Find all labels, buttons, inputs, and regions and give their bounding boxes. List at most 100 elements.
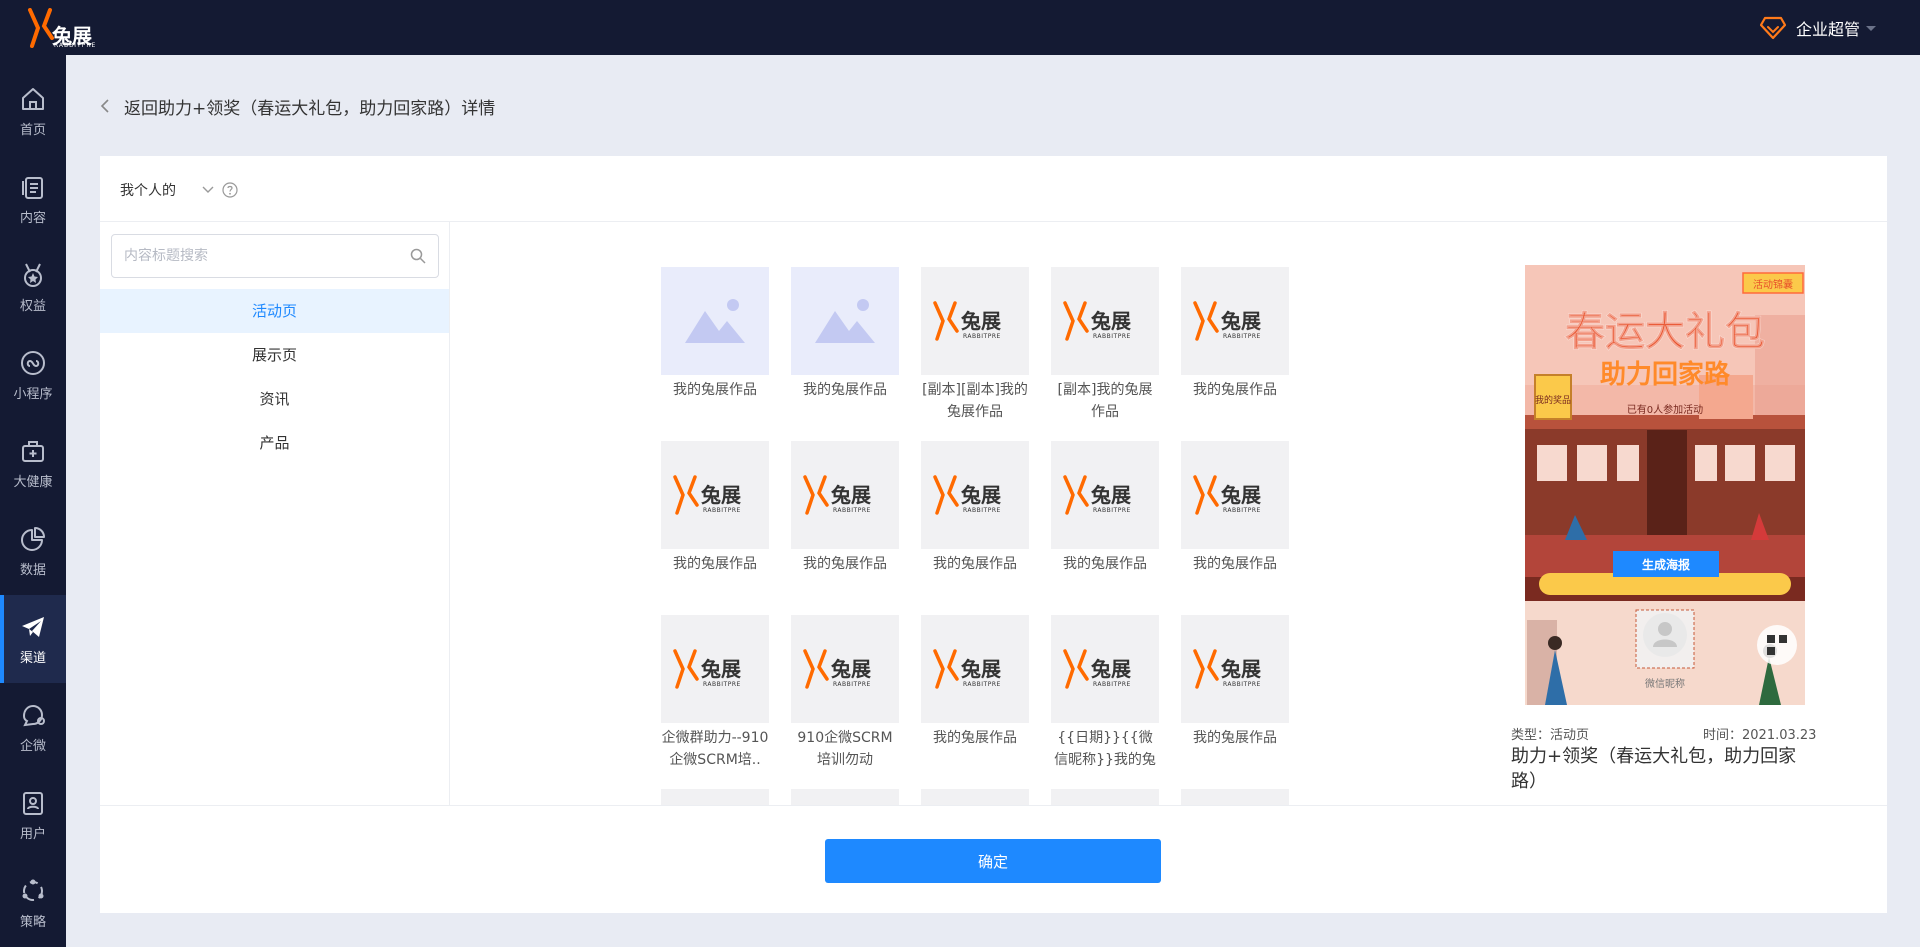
image-placeholder-icon <box>685 299 745 343</box>
work-title: 我的兔展作品 <box>933 730 1017 746</box>
work-thumbnail[interactable]: 兔展RABBITPRE <box>1181 441 1289 549</box>
user-card-icon <box>23 792 43 815</box>
work-card[interactable]: 兔展 RABBITPRE 我的兔展作品 <box>661 441 769 575</box>
svg-text:兔展: 兔展 <box>960 483 1001 507</box>
work-thumbnail[interactable]: 兔展RABBITPRE <box>661 789 769 805</box>
svg-text:RABBITPRE: RABBITPRE <box>963 681 1001 688</box>
document-icon <box>22 177 43 199</box>
rabbitpre-logo-icon: 兔展RABBITPRE <box>933 649 1001 689</box>
rabbitpre-logo-icon: 兔展RABBITPRE <box>803 649 871 689</box>
search-input[interactable] <box>112 235 392 277</box>
work-thumbnail[interactable]: 兔展RABBITPRE <box>1181 789 1289 805</box>
sidebar: 首页 内容 权益 小程序 大健康 数据 渠道 企微 用户 策略 <box>0 55 66 947</box>
sidebar-item-channel[interactable]: 渠道 <box>0 595 66 683</box>
preview-time: 时间：2021.03.23 <box>1703 728 1817 743</box>
breadcrumb-text[interactable]: 返回助力+领奖（春运大礼包，助力回家路）详情 <box>124 94 495 119</box>
work-thumbnail[interactable] <box>661 267 769 375</box>
sidebar-item-home[interactable]: 首页 <box>0 67 66 155</box>
work-thumbnail[interactable]: 兔展RABBITPRE <box>791 615 899 723</box>
work-thumbnail[interactable]: 兔展RABBITPRE <box>1051 441 1159 549</box>
work-thumbnail[interactable]: 兔展RABBITPRE <box>1051 267 1159 375</box>
user-role-label: 企业超管 <box>1795 20 1860 39</box>
work-card[interactable]: 兔展RABBITPRE {{日期}}{{微信昵称}}我的兔展... <box>1051 615 1159 771</box>
chevron-down-icon <box>202 186 214 193</box>
sidebar-item-label: 小程序 <box>13 387 53 402</box>
work-thumbnail[interactable]: 兔展RABBITPRE <box>1181 615 1289 723</box>
sidebar-item-wecom[interactable]: 企微 <box>0 683 66 771</box>
work-card[interactable]: 我的兔展作品 <box>661 267 769 401</box>
svg-text:兔展: 兔展 <box>1090 309 1131 333</box>
svg-text:RABBITPRE: RABBITPRE <box>833 681 871 688</box>
work-thumbnail[interactable]: 兔展RABBITPRE <box>1051 789 1159 805</box>
sidebar-item-users[interactable]: 用户 <box>0 771 66 859</box>
work-card[interactable]: 兔展 RABBITPRE 我的兔展作品 <box>791 441 899 575</box>
work-title: 我的兔展作品 <box>673 556 757 572</box>
work-card[interactable]: 兔展 RABBITPRE 我的兔展作品 <box>1181 615 1289 749</box>
work-thumbnail[interactable]: 兔展RABBITPRE <box>1181 267 1289 375</box>
work-card[interactable]: 兔展 RABBITPRE 910企微SCRM培训勿动 <box>791 615 899 771</box>
search-icon[interactable] <box>410 248 426 264</box>
work-card[interactable]: 兔展RABBITPRE <box>661 789 769 805</box>
category-item-showcase[interactable]: 展示页 <box>100 333 449 377</box>
work-title: 我的兔展作品 <box>673 382 757 398</box>
works-grid: 我的兔展作品 我的兔展作品 兔展 RABBITPRE [副本][副本]我的兔展作品 兔展 R… <box>661 267 1321 805</box>
poster-title: 春运大礼包 <box>1565 309 1765 355</box>
work-card[interactable]: 兔展RABBITPRE <box>1051 789 1159 805</box>
breadcrumb[interactable]: 返回助力+领奖（春运大礼包，助力回家路）详情 <box>100 92 495 120</box>
work-card[interactable]: 兔展 RABBITPRE 我的兔展作品 <box>921 441 1029 575</box>
poster-illustration: 春运大礼包 助力回家路 活动锦囊 已有0人参加活动 我的奖品 生成海报 微信昵称 <box>1525 265 1805 705</box>
work-card[interactable]: 兔展 RABBITPRE 我的兔展作品 <box>921 615 1029 749</box>
category-item-activity[interactable]: 活动页 <box>100 289 449 333</box>
sidebar-item-health[interactable]: 大健康 <box>0 419 66 507</box>
work-card[interactable]: 兔展RABBITPRE <box>1181 789 1289 805</box>
svg-text:RABBITPRE: RABBITPRE <box>703 507 741 514</box>
strategy-icon <box>22 879 44 901</box>
sidebar-item-mini-program[interactable]: 小程序 <box>0 331 66 419</box>
sidebar-item-benefits[interactable]: 权益 <box>0 243 66 331</box>
user-menu[interactable]: 企业超管 <box>1759 14 1876 42</box>
brand-logo[interactable]: 兔展 RABBITPRE <box>26 6 98 50</box>
svg-text:兔展: 兔展 <box>1090 657 1131 681</box>
work-card[interactable]: 兔展 RABBITPRE 我的兔展作品 <box>1051 441 1159 575</box>
work-thumbnail[interactable]: 兔展RABBITPRE <box>661 441 769 549</box>
work-card[interactable]: 兔展 RABBITPRE 我的兔展作品 <box>1181 267 1289 401</box>
work-thumbnail[interactable]: 兔展RABBITPRE <box>921 267 1029 375</box>
help-icon[interactable] <box>222 182 238 198</box>
svg-text:兔展: 兔展 <box>1220 309 1261 333</box>
sidebar-item-label: 内容 <box>19 211 46 226</box>
scope-select[interactable]: 我个人的 <box>120 180 238 200</box>
sidebar-item-data[interactable]: 数据 <box>0 507 66 595</box>
work-thumbnail[interactable]: 兔展RABBITPRE <box>661 615 769 723</box>
work-thumbnail[interactable]: 兔展RABBITPRE <box>791 441 899 549</box>
category-column: 活动页 展示页 资讯 产品 <box>100 222 450 805</box>
work-card[interactable]: 兔展 RABBITPRE [副本]我的兔展作品 <box>1051 267 1159 423</box>
work-title: 我的兔展作品 <box>803 556 887 572</box>
category-item-news[interactable]: 资讯 <box>100 377 449 421</box>
svg-text:RABBITPRE: RABBITPRE <box>963 507 1001 514</box>
rabbitpre-logo-icon: 兔展RABBITPRE <box>1193 649 1261 689</box>
generate-poster-button[interactable]: 生成海报 <box>1642 557 1690 572</box>
work-thumbnail[interactable]: 兔展RABBITPRE <box>1051 615 1159 723</box>
poster-prize: 我的奖品 <box>1535 394 1571 406</box>
work-thumbnail[interactable] <box>791 267 899 375</box>
sidebar-item-content[interactable]: 内容 <box>0 155 66 243</box>
work-card[interactable]: 兔展 RABBITPRE 我的兔展作品 <box>1181 441 1289 575</box>
work-card[interactable]: 兔展 RABBITPRE 企微群助力--910企微SCRM培.. <box>661 615 769 771</box>
svg-text:兔展: 兔展 <box>700 657 741 681</box>
sidebar-item-strategy[interactable]: 策略 <box>0 859 66 947</box>
svg-text:兔展: 兔展 <box>960 309 1001 333</box>
work-thumbnail[interactable]: 兔展RABBITPRE <box>921 441 1029 549</box>
chevron-left-icon[interactable] <box>100 99 110 113</box>
svg-text:兔展: 兔展 <box>830 483 871 507</box>
category-item-product[interactable]: 产品 <box>100 421 449 465</box>
work-title: {{日期}}{{微信昵称}}我的兔展... <box>1054 730 1156 768</box>
confirm-button[interactable]: 确定 <box>825 839 1161 883</box>
work-thumbnail[interactable]: 兔展RABBITPRE <box>791 789 899 805</box>
work-thumbnail[interactable]: 兔展RABBITPRE <box>921 615 1029 723</box>
work-thumbnail[interactable]: 兔展RABBITPRE <box>921 789 1029 805</box>
work-card[interactable]: 兔展RABBITPRE <box>921 789 1029 805</box>
work-card[interactable]: 我的兔展作品 <box>791 267 899 401</box>
work-card[interactable]: 兔展 RABBITPRE [副本][副本]我的兔展作品 <box>921 267 1029 423</box>
sidebar-item-label: 数据 <box>19 563 46 578</box>
work-card[interactable]: 兔展RABBITPRE <box>791 789 899 805</box>
